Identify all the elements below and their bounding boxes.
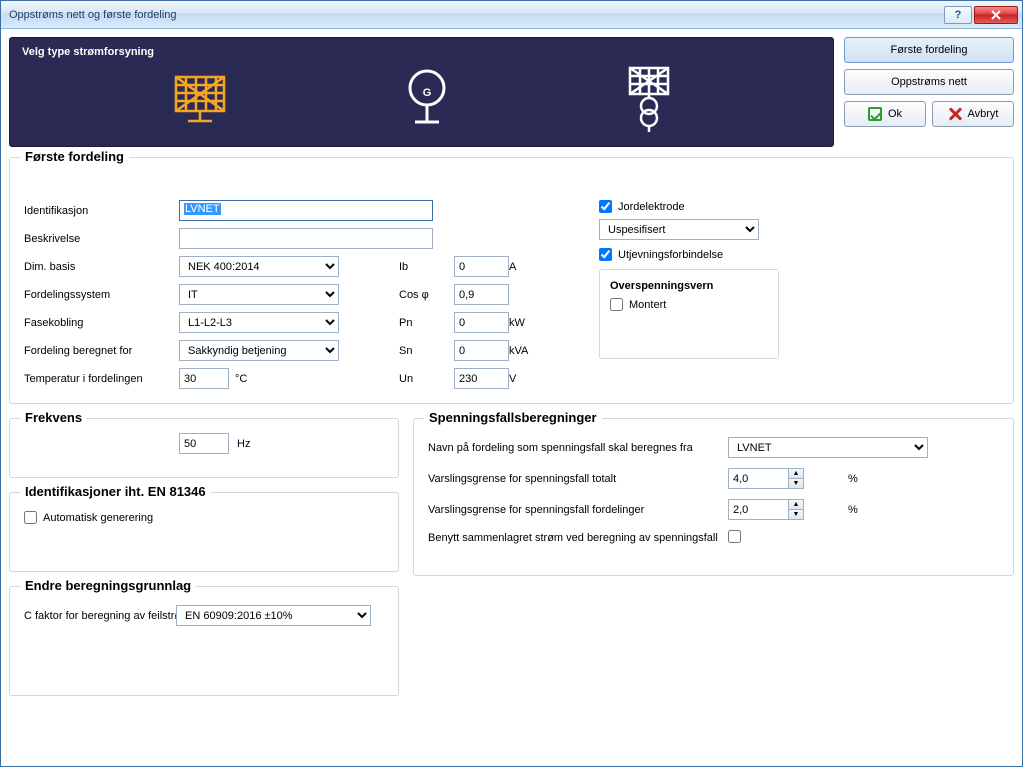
- sn-label: Sn: [399, 345, 454, 357]
- dialog-window: Oppstrøms nett og første fordeling ? Vel…: [0, 0, 1023, 767]
- vd-from-select[interactable]: LVNET: [728, 437, 928, 458]
- surge-installed-label: Montert: [629, 299, 666, 311]
- vd-dist-label: Varslingsgrense for spenningsfall fordel…: [428, 504, 728, 516]
- generator-supply-icon[interactable]: G: [405, 68, 449, 130]
- transformer-supply-icon[interactable]: [624, 66, 674, 132]
- temperature-input[interactable]: [179, 368, 229, 389]
- earth-electrode-checkbox[interactable]: [599, 200, 612, 213]
- identification-label: Identifikasjon: [24, 205, 179, 217]
- identification-value: LVNET: [184, 203, 221, 215]
- vd-dist-spinner[interactable]: ▲▼: [728, 499, 848, 520]
- window-controls: ?: [944, 6, 1018, 24]
- intended-select[interactable]: Sakkyndig betjening: [179, 340, 339, 361]
- sn-unit: kVA: [509, 345, 539, 357]
- calculation-basis-group: Endre beregningsgrunnlag C faktor for be…: [9, 586, 399, 696]
- identification-input[interactable]: LVNET: [179, 200, 433, 221]
- identifications-group: Identifikasjoner iht. EN 81346 Automatis…: [9, 492, 399, 572]
- grid-supply-icon[interactable]: [170, 71, 230, 127]
- vd-dist-input[interactable]: [728, 499, 788, 520]
- cfactor-select[interactable]: EN 60909:2016 ±10%: [176, 605, 371, 626]
- temperature-unit: °C: [235, 373, 247, 385]
- close-button[interactable]: [974, 6, 1018, 24]
- help-button[interactable]: ?: [944, 6, 972, 24]
- vd-total-label: Varslingsgrense for spenningsfall totalt: [428, 473, 728, 485]
- auto-generation-label: Automatisk generering: [43, 512, 153, 524]
- calculation-basis-title: Endre beregningsgrunnlag: [20, 578, 196, 593]
- frequency-group: Frekvens Hz: [9, 418, 399, 478]
- side-buttons: Første fordeling Oppstrøms nett Ok Avbry…: [844, 37, 1014, 127]
- vd-total-spinner[interactable]: ▲▼: [728, 468, 848, 489]
- voltage-drop-group: Spenningsfallsberegninger Navn på fordel…: [413, 418, 1014, 576]
- vd-total-unit: %: [848, 473, 868, 485]
- supply-type-banner: Velg type strømforsyning G: [9, 37, 834, 147]
- surge-protection-group: Overspenningsvern Montert: [599, 269, 779, 359]
- phase-select[interactable]: L1-L2-L3: [179, 312, 339, 333]
- check-icon: [868, 107, 882, 121]
- cos-input[interactable]: [454, 284, 509, 305]
- frequency-input[interactable]: [179, 433, 229, 454]
- ib-unit: A: [509, 261, 539, 273]
- first-distribution-title: Første fordeling: [20, 149, 129, 164]
- un-label: Un: [399, 373, 454, 385]
- ib-label: Ib: [399, 261, 454, 273]
- description-label: Beskrivelse: [24, 233, 179, 245]
- phase-label: Fasekobling: [24, 317, 179, 329]
- vd-dist-unit: %: [848, 504, 868, 516]
- description-input[interactable]: [179, 228, 433, 249]
- bonding-label: Utjevningsforbindelse: [618, 249, 723, 261]
- un-unit: V: [509, 373, 539, 385]
- pn-input[interactable]: [454, 312, 509, 333]
- chevron-down-icon[interactable]: ▼: [789, 510, 803, 519]
- titlebar: Oppstrøms nett og første fordeling ?: [1, 1, 1022, 29]
- earth-electrode-label: Jordelektrode: [618, 201, 685, 213]
- window-title: Oppstrøms nett og første fordeling: [9, 9, 944, 21]
- cfactor-label: C faktor for beregning av feilstrømmer: [24, 610, 164, 622]
- close-icon: [990, 10, 1002, 20]
- system-select[interactable]: IT: [179, 284, 339, 305]
- earth-electrode-type-select[interactable]: Uspesifisert: [599, 219, 759, 240]
- frequency-unit: Hz: [237, 438, 250, 450]
- identifications-title: Identifikasjoner iht. EN 81346: [20, 484, 211, 499]
- surge-protection-title: Overspenningsvern: [606, 280, 717, 292]
- first-distribution-button[interactable]: Første fordeling: [844, 37, 1014, 63]
- vd-total-input[interactable]: [728, 468, 788, 489]
- cos-label: Cos φ: [399, 289, 454, 301]
- cancel-x-icon: [948, 107, 962, 121]
- upstream-network-button[interactable]: Oppstrøms nett: [844, 69, 1014, 95]
- voltage-drop-title: Spenningsfallsberegninger: [424, 410, 602, 425]
- intended-label: Fordeling beregnet for: [24, 345, 179, 357]
- sn-input[interactable]: [454, 340, 509, 361]
- chevron-up-icon[interactable]: ▲: [789, 469, 803, 479]
- ok-button[interactable]: Ok: [844, 101, 926, 127]
- svg-text:G: G: [422, 87, 431, 99]
- vd-coincident-checkbox[interactable]: [728, 530, 741, 543]
- temperature-label: Temperatur i fordelingen: [24, 373, 179, 385]
- supply-type-title: Velg type strømforsyning: [22, 46, 821, 58]
- pn-label: Pn: [399, 317, 454, 329]
- chevron-up-icon[interactable]: ▲: [789, 500, 803, 510]
- surge-installed-checkbox[interactable]: [610, 298, 623, 311]
- cancel-label: Avbryt: [968, 108, 999, 120]
- un-input[interactable]: [454, 368, 509, 389]
- dimbasis-label: Dim. basis: [24, 261, 179, 273]
- dialog-content: Velg type strømforsyning G: [1, 29, 1022, 766]
- system-label: Fordelingssystem: [24, 289, 179, 301]
- auto-generation-checkbox[interactable]: [24, 511, 37, 524]
- ok-label: Ok: [888, 108, 902, 120]
- ib-input[interactable]: [454, 256, 509, 277]
- dimbasis-select[interactable]: NEK 400:2014: [179, 256, 339, 277]
- frequency-title: Frekvens: [20, 410, 87, 425]
- chevron-down-icon[interactable]: ▼: [789, 479, 803, 488]
- cancel-button[interactable]: Avbryt: [932, 101, 1014, 127]
- first-distribution-group: Første fordeling Identifikasjon LVNET Be…: [9, 157, 1014, 404]
- vd-coincident-label: Benytt sammenlagret strøm ved beregning …: [428, 532, 728, 544]
- pn-unit: kW: [509, 317, 539, 329]
- vd-from-label: Navn på fordeling som spenningsfall skal…: [428, 442, 728, 454]
- bonding-checkbox[interactable]: [599, 248, 612, 261]
